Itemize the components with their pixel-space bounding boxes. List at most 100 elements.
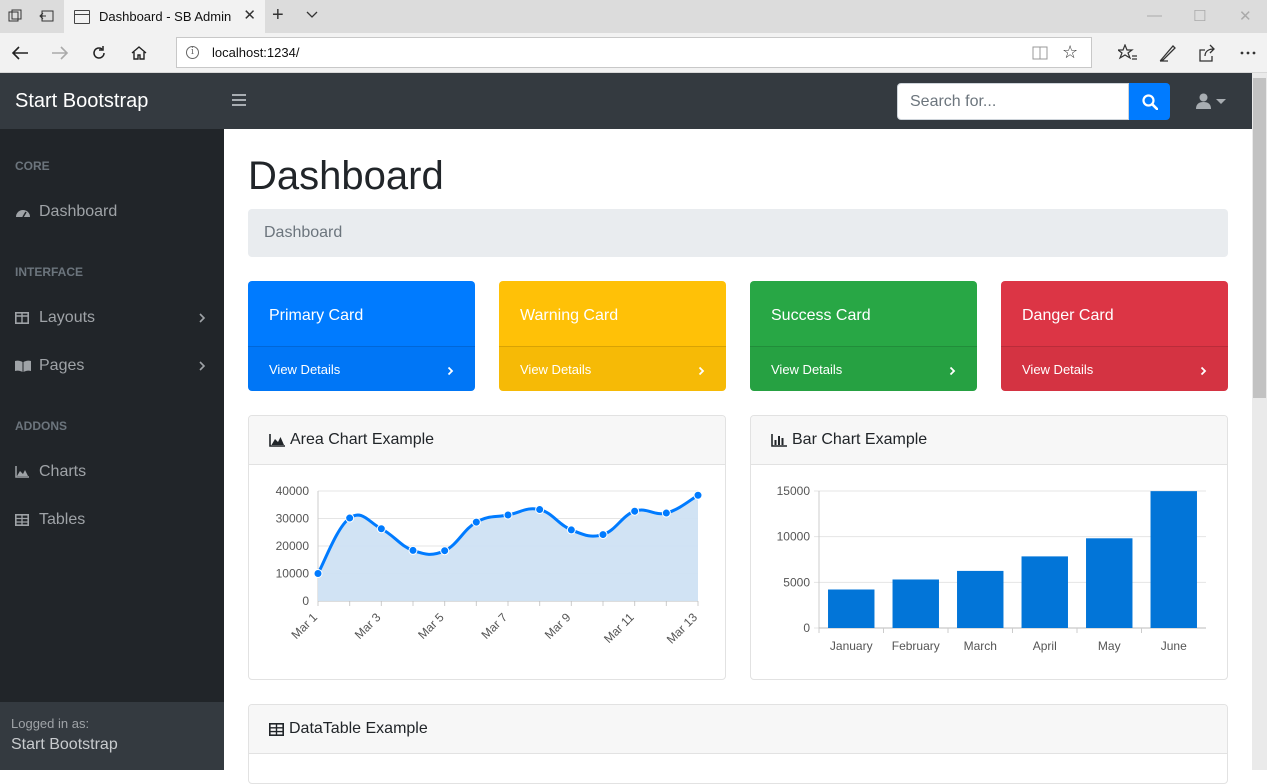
browser-tab-active[interactable]: Dashboard - SB Admin ✕: [64, 0, 265, 33]
y-tick-label: 20000: [276, 539, 310, 553]
favorites-list-icon[interactable]: [1117, 42, 1139, 64]
set-aside-tabs-icon[interactable]: [38, 7, 56, 25]
sidebar-toggle-bars-icon[interactable]: [232, 94, 246, 106]
browser-address-bar: i localhost:1234/ ☆: [0, 33, 1267, 73]
search-button[interactable]: [1129, 83, 1170, 120]
card-footer-link[interactable]: View Details: [248, 346, 475, 391]
share-icon[interactable]: [1196, 42, 1218, 64]
notes-pen-icon[interactable]: [1157, 42, 1179, 64]
chart-bar-icon: [771, 433, 787, 447]
sidebar-item-label: Tables: [39, 511, 86, 528]
y-tick-label: 10000: [777, 530, 811, 544]
sidebar-item-label: Dashboard: [39, 203, 118, 220]
reading-view-icon[interactable]: [1032, 45, 1048, 66]
card-title: Primary Card: [269, 307, 364, 324]
data-point: [408, 545, 418, 555]
url-text: localhost:1234/: [212, 45, 300, 60]
chevron-right-icon: [447, 364, 454, 379]
navbar-brand[interactable]: Start Bootstrap: [15, 90, 148, 113]
panel-title: Area Chart Example: [290, 431, 435, 448]
x-tick-label: Mar 3: [352, 610, 384, 642]
chevron-right-icon: [949, 364, 956, 379]
card-footer-link[interactable]: View Details: [1001, 346, 1228, 391]
card-danger: Danger Card View Details: [1001, 281, 1228, 391]
data-point: [313, 569, 323, 578]
data-point: [630, 506, 640, 516]
area-chart: 0 10000 20000 30000 40000 Mar 1 Mar 3 Mar 5 Mar …: [276, 484, 703, 647]
x-tick-label: May: [1098, 639, 1121, 653]
page-title: Dashboard: [248, 154, 444, 198]
card-title: Success Card: [771, 307, 871, 324]
site-info-icon[interactable]: i: [186, 46, 199, 59]
scrollbar-thumb[interactable]: [1253, 78, 1266, 398]
x-tick-label: January: [830, 639, 873, 653]
tab-list-chevron-icon[interactable]: [305, 7, 319, 26]
chart-area-icon: [269, 433, 285, 447]
view-details-label: View Details: [269, 362, 341, 377]
home-icon[interactable]: [128, 42, 150, 64]
sidebar-item-layouts[interactable]: Layouts: [0, 298, 224, 338]
page-icon: [74, 9, 90, 24]
minimize-icon[interactable]: —: [1147, 7, 1162, 24]
y-tick-label: 10000: [276, 567, 310, 581]
sidebar-heading-interface: Interface: [15, 265, 84, 279]
search-icon: [1141, 93, 1158, 110]
maximize-icon[interactable]: ☐: [1193, 7, 1206, 25]
user-menu-button[interactable]: [1196, 91, 1230, 111]
refresh-icon[interactable]: [88, 42, 110, 64]
x-tick-label: February: [892, 639, 940, 653]
data-point: [693, 490, 703, 500]
tab-title: Dashboard - SB Admin: [99, 9, 232, 24]
favorite-star-icon[interactable]: ☆: [1062, 42, 1078, 63]
data-point: [535, 505, 545, 515]
y-tick-label: 15000: [777, 484, 811, 498]
close-tab-icon[interactable]: ✕: [243, 8, 256, 23]
y-tick-label: 0: [803, 621, 810, 635]
chevron-down-icon: [1216, 98, 1226, 104]
back-arrow-icon[interactable]: [9, 42, 31, 64]
page-scrollbar[interactable]: [1252, 73, 1267, 770]
sidebar-item-label: Pages: [39, 357, 85, 374]
data-point: [440, 546, 450, 556]
book-open-icon: [15, 360, 31, 372]
card-footer-link[interactable]: View Details: [499, 346, 726, 391]
panel-header: Area Chart Example: [249, 416, 725, 465]
table-icon: [269, 722, 284, 736]
view-details-label: View Details: [1022, 362, 1094, 377]
new-tab-icon[interactable]: +: [272, 4, 284, 27]
more-menu-icon[interactable]: [1237, 42, 1259, 64]
card-primary: Primary Card View Details: [248, 281, 475, 391]
tab-actions-icon[interactable]: [6, 7, 24, 25]
x-tick-label: Mar 5: [415, 610, 447, 642]
area-chart-panel: Area Chart Example 0 10000 20000 30000 40000…: [248, 415, 726, 680]
sidebar-item-charts[interactable]: Charts: [0, 452, 224, 492]
x-tick-label: Mar 11: [601, 610, 637, 646]
card-footer-link[interactable]: View Details: [750, 346, 977, 391]
window-close-icon[interactable]: ✕: [1239, 7, 1252, 25]
chart-area-icon: [15, 466, 31, 478]
panel-title: DataTable Example: [289, 720, 428, 737]
browser-tab-bar: Dashboard - SB Admin ✕ + — ☐ ✕: [0, 0, 1267, 33]
card-title: Warning Card: [520, 307, 619, 324]
logged-in-label: Logged in as:: [11, 716, 90, 731]
data-point: [471, 517, 481, 527]
sidebar-item-label: Charts: [39, 463, 87, 480]
bar: [828, 589, 875, 628]
url-field[interactable]: i localhost:1234/ ☆: [176, 37, 1092, 68]
data-point: [598, 530, 608, 540]
forward-arrow-icon[interactable]: [49, 42, 71, 64]
x-tick-label: April: [1033, 639, 1057, 653]
bar-chart-panel: Bar Chart Example 0 5000 10000 15000 January…: [750, 415, 1228, 680]
breadcrumb: Dashboard: [248, 209, 1228, 257]
search-input[interactable]: [897, 83, 1129, 120]
breadcrumb-item-active: Dashboard: [264, 224, 343, 241]
data-point: [345, 513, 355, 523]
sidebar-item-pages[interactable]: Pages: [0, 346, 224, 386]
x-tick-label: Mar 7: [479, 610, 511, 642]
data-point: [376, 524, 386, 534]
sidebar-item-tables[interactable]: Tables: [0, 500, 224, 540]
sidebar-item-dashboard[interactable]: Dashboard: [0, 192, 224, 232]
bar: [1086, 538, 1133, 628]
y-tick-label: 40000: [276, 484, 310, 498]
view-details-label: View Details: [520, 362, 592, 377]
